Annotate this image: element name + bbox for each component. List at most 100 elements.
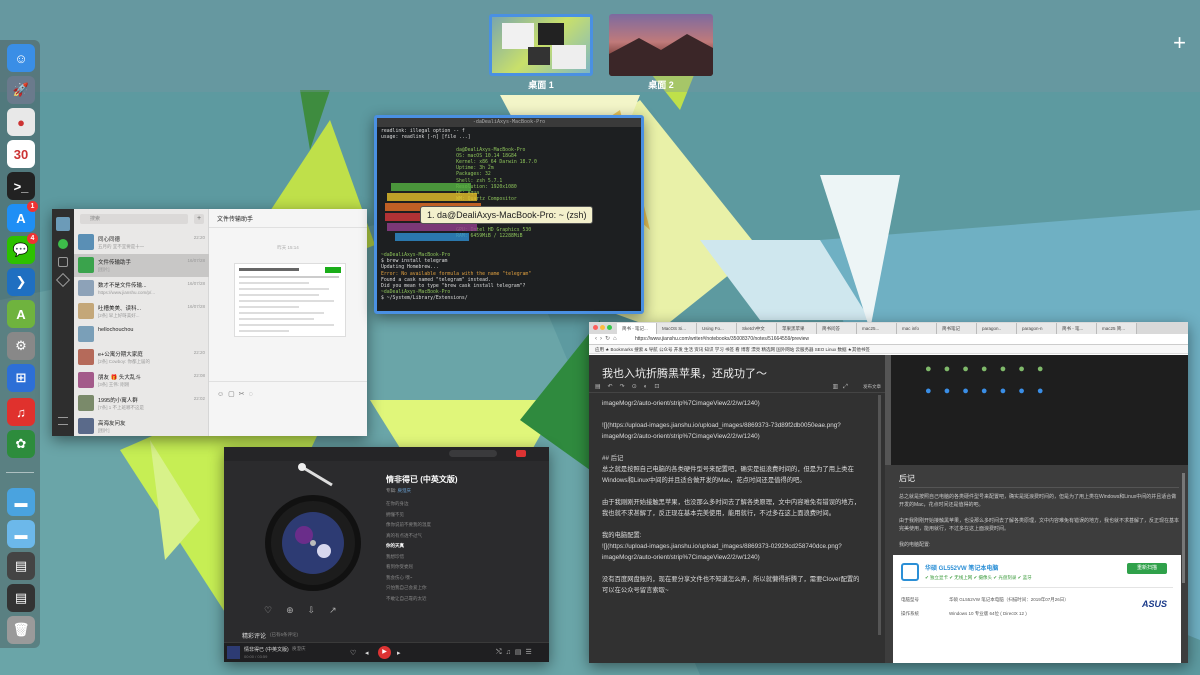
markdown-preview: ●●●●●●● ●●●●●●● 后记 总之就是按照自己电脑的各类硬件型号来配置吧…: [885, 355, 1188, 663]
favorites-icon[interactable]: [55, 272, 71, 288]
avatar: [78, 303, 94, 319]
markdown-editor[interactable]: 我也入坑折腾黑苹果，还成功了～ ▤↶↷⊙◐⊡ ▥⤢ 发布文章 imageMogr…: [589, 355, 885, 663]
launchpad-icon[interactable]: 🚀: [7, 76, 35, 104]
contacts-icon[interactable]: [58, 257, 68, 267]
vscode-icon[interactable]: ❯: [7, 268, 35, 296]
markdown-line: imageMogr2/auto-orient/strip%7CimageView…: [602, 433, 760, 440]
wechat-sidebar: [52, 209, 74, 436]
music-actions[interactable]: ♡⊕⇩↗: [264, 605, 351, 616]
chat-list-item[interactable]: 数才不是文件传输... https://www.jianshu.com/p/...…: [74, 277, 209, 300]
browser-tab[interactable]: mac25 简...: [1097, 323, 1137, 334]
calendar-icon[interactable]: 30: [7, 140, 35, 168]
markdown-line: 我的电脑配置:: [602, 532, 642, 539]
markdown-line: imageMogr2/auto-orient/strip%7CimageView…: [602, 554, 760, 561]
player-extras[interactable]: ⤭♫▤☰: [496, 648, 536, 657]
browser-tab[interactable]: Using Fo...: [697, 323, 737, 334]
browser-window[interactable]: 简书 - 笔记... MacOS Si... Using Fo... Sketch中文…: [589, 322, 1188, 663]
screenshot-icon-2[interactable]: ▤: [7, 584, 35, 612]
chat-toolbar-icons[interactable]: ☺▢✂◌: [217, 390, 257, 398]
chrome-icon[interactable]: ●: [7, 108, 35, 136]
screenshot-icon[interactable]: ▤: [7, 552, 35, 580]
markdown-line: 可以在公众号留言索取~: [602, 587, 669, 594]
windows-icon[interactable]: ⊞: [7, 364, 35, 392]
close-icon[interactable]: [593, 325, 598, 330]
minimize-icon[interactable]: [600, 325, 605, 330]
rescan-button[interactable]: 重新扫描: [1127, 563, 1167, 574]
browser-tab[interactable]: mac info: [897, 323, 937, 334]
finder-icon[interactable]: ☺: [7, 44, 35, 72]
badge: 4: [27, 233, 38, 244]
space-label-1: 桌面 1: [528, 80, 554, 90]
netease-music-icon[interactable]: ♫: [7, 398, 35, 426]
heart-icon[interactable]: ♡: [350, 649, 356, 657]
chat-list-item[interactable]: e+公寓分期大家庭 [2条] Cowboy: 你都上届的 22:20: [74, 346, 209, 369]
song-meta: 专辑: 庾澄庆: [386, 488, 411, 494]
space-thumbnail-2[interactable]: [609, 14, 713, 76]
file-message[interactable]: [234, 263, 346, 337]
browser-tab[interactable]: mac25...: [857, 323, 897, 334]
folder-icon[interactable]: ▬: [7, 488, 35, 516]
android-studio-icon[interactable]: A: [7, 300, 35, 328]
wechat-window[interactable]: 搜索 + 同心同德 五月的 宜不宜要是十一 22:20 文件传输助手 [图片] 16/07…: [52, 209, 367, 436]
date-divider: 昨天 15:14: [277, 245, 299, 250]
artist-name[interactable]: 庾澄庆: [398, 488, 412, 493]
add-space-button[interactable]: +: [1173, 32, 1186, 54]
music-player-window[interactable]: 情非得已 (中英文版) 专辑: 庾澄庆 在你的身边 拥懂不见 像你说前不要我的温度真…: [224, 447, 549, 662]
space-thumbnail-1[interactable]: [489, 14, 593, 76]
lyrics-panel: 在你的身边 拥懂不见 像你说前不要我的温度 真的有点透不过气 你的天真 我想珍惜 看到你受委…: [386, 499, 526, 604]
comments-count: (已有6条评论): [270, 632, 298, 637]
browser-tab[interactable]: 简书笔记: [937, 323, 977, 334]
menu-icon[interactable]: [58, 417, 68, 425]
browser-tab[interactable]: MacOS Si...: [657, 323, 697, 334]
next-icon[interactable]: ▸: [397, 649, 401, 657]
avatar[interactable]: [56, 217, 70, 231]
chat-list-item[interactable]: 同心同德 五月的 宜不宜要是十一 22:20: [74, 231, 209, 254]
terminal-icon[interactable]: >_: [7, 172, 35, 200]
chat-icon[interactable]: [58, 239, 68, 249]
toolbar-icons-right[interactable]: ▥⤢: [833, 383, 853, 391]
system-preferences-icon[interactable]: ⚙: [7, 332, 35, 360]
doc-title[interactable]: 我也入坑折腾黑苹果，还成功了～: [602, 365, 767, 381]
search-input[interactable]: 搜索: [80, 214, 188, 224]
chat-preview: https://www.jianshu.com/p/...: [98, 290, 156, 295]
browser-tab[interactable]: 简书 - 笔记...: [617, 323, 657, 334]
markdown-line: 没有百度网盘账的，现在要分享文件也不知道怎么弄，所以就懒得折腾了，需要Clove…: [602, 576, 860, 583]
browser-tab[interactable]: Sketch中文: [737, 323, 777, 334]
play-button[interactable]: ▶: [378, 646, 391, 659]
browser-tab[interactable]: 苹果黑苹果: [777, 323, 817, 334]
chat-list-item[interactable]: 吐槽美美、读科... [2条] 早上好呀美好... 16/07/28: [74, 300, 209, 323]
scrollbar[interactable]: [878, 395, 881, 635]
toolbar-icons[interactable]: ▤↶↷⊙◐⊡: [595, 383, 666, 390]
nav-icons[interactable]: ‹›↻⌂: [595, 335, 620, 342]
browser-tab[interactable]: paragon-n: [1017, 323, 1057, 334]
chat-list-item[interactable]: 朋友 🎁 头大乱斗 [3条] 王伟: 刚刚 22:08: [74, 369, 209, 392]
wechat-icon[interactable]: 💬 4: [7, 233, 38, 264]
launchpad-icon-glyph: 🚀: [12, 82, 30, 97]
browser-tab[interactable]: 简书 - 笔...: [1057, 323, 1097, 334]
chat-list-item[interactable]: 高海友问友 [图片]: [74, 415, 209, 436]
chat-name: e+公寓分期大家庭: [98, 352, 143, 358]
scrollbar[interactable]: [1182, 473, 1185, 583]
chat-list-item[interactable]: hellochouchou: [74, 323, 209, 346]
trash-icon[interactable]: 🗑: [7, 616, 35, 644]
maximize-icon[interactable]: [607, 325, 612, 330]
chat-name: 吐槽美美、读科...: [98, 306, 142, 312]
chat-list-item[interactable]: 文件传输助手 [图片] 16/07/28: [74, 254, 209, 277]
appstore-icon[interactable]: A1: [7, 201, 38, 232]
card-title: 华硕 GL552VW 笔记本电脑: [925, 566, 999, 572]
chat-list-item[interactable]: 1995的小寓人群 [7条] 1 不上班哪不这是 22:02: [74, 392, 209, 415]
screenshot-icon-glyph: ▤: [14, 558, 28, 573]
publish-link[interactable]: 发布文章: [863, 384, 881, 390]
hardware-card: 华硕 GL552VW 笔记本电脑 ✔ 独立显卡 ✔ 无线上网 ✔ 摄像头 ✔ 光…: [893, 555, 1181, 663]
app-icon[interactable]: ✿: [7, 430, 35, 458]
prev-icon[interactable]: ◂: [365, 649, 369, 657]
browser-tab[interactable]: paragon..: [977, 323, 1017, 334]
browser-tab[interactable]: 简书问答: [817, 323, 857, 334]
add-chat-button[interactable]: +: [194, 214, 204, 224]
lyric-line: 像你说前不要我的温度: [386, 522, 431, 527]
mini-cover[interactable]: [227, 646, 240, 659]
url-field[interactable]: https://www.jianshu.com/writer#/notebook…: [635, 336, 809, 342]
chat-name: 文件传输助手: [98, 260, 132, 266]
folder-icon-2[interactable]: ▬: [7, 520, 35, 548]
search-input[interactable]: [449, 450, 497, 457]
